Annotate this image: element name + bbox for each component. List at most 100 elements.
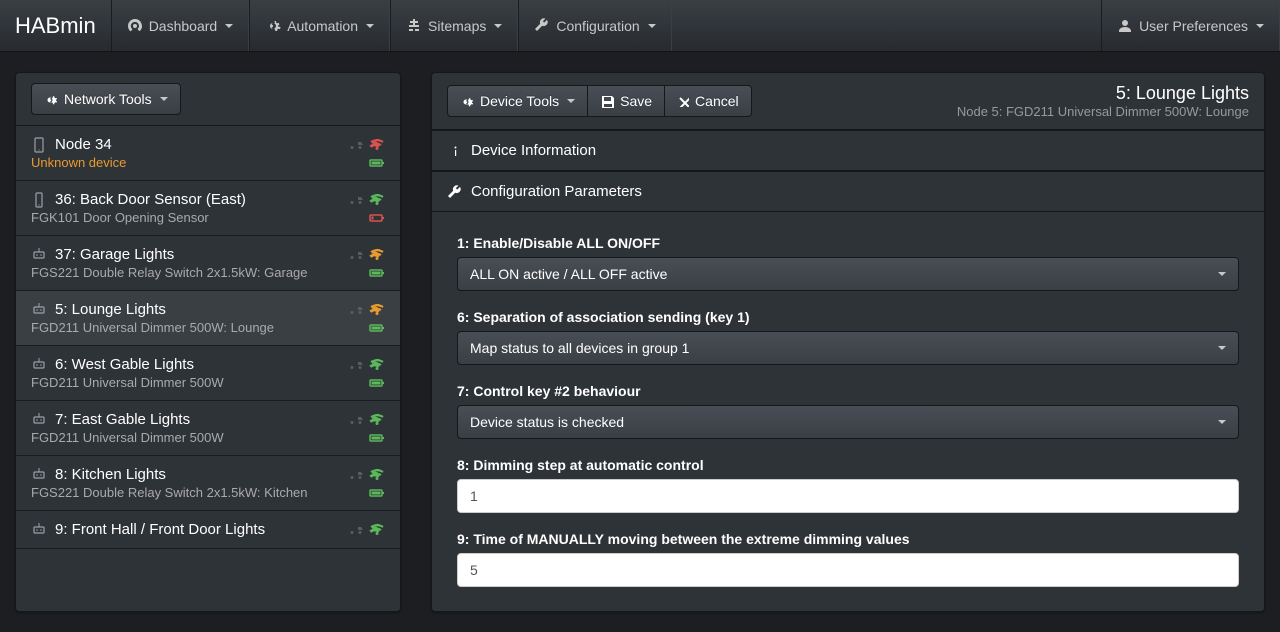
select-value: Device status is checked [470,414,624,430]
node-item[interactable]: Node 34 Unknown device [16,126,400,181]
node-description: FGS221 Double Relay Switch 2x1.5kW: Gara… [31,265,308,280]
caret-icon [494,24,502,28]
node-title: 36: Back Door Sensor (East) [55,191,246,208]
param-select[interactable]: Map status to all devices in group 1 [457,331,1239,365]
node-item[interactable]: 36: Back Door Sensor (East) FGK101 Door … [16,181,400,236]
device-type-icon [31,247,47,263]
truck-icon [349,246,365,260]
param-select[interactable]: ALL ON active / ALL OFF active [457,257,1239,291]
node-title: 9: Front Hall / Front Door Lights [55,521,265,538]
signal-icon [369,521,385,535]
node-title: 5: Lounge Lights [55,301,166,318]
param-label: 1: Enable/Disable ALL ON/OFF [457,235,1239,251]
signal-icon [369,466,385,480]
device-subtitle: Node 5: FGD211 Universal Dimmer 500W: Lo… [957,104,1249,119]
cancel-button[interactable]: Cancel [664,85,752,117]
signal-icon [369,356,385,370]
param-input[interactable] [457,553,1239,587]
caret-icon [567,99,575,103]
nodes-panel: Network Tools Node 34 Unknown device 36:… [15,72,401,612]
node-description: FGD211 Universal Dimmer 500W: Lounge [31,320,274,335]
gear-icon [460,94,474,108]
brand[interactable]: HABmin [15,0,111,51]
nav-configuration[interactable]: Configuration [518,0,671,51]
node-item[interactable]: 8: Kitchen Lights FGS221 Double Relay Sw… [16,456,400,511]
battery-icon [369,320,385,334]
signal-icon [369,136,385,150]
nav-sitemaps[interactable]: Sitemaps [390,0,518,51]
truck-icon [349,136,365,150]
caret-icon [225,24,233,28]
node-title: Node 34 [55,136,112,153]
save-icon [600,94,614,108]
device-type-icon [31,522,47,538]
device-panel: Device Tools Save Cancel 5: Lounge Light… [431,72,1265,612]
node-description: FGS221 Double Relay Switch 2x1.5kW: Kitc… [31,485,308,500]
nav-dashboard[interactable]: Dashboard [111,0,250,51]
sitemap-icon [406,18,422,34]
dashboard-icon [127,18,143,34]
battery-icon [369,485,385,499]
node-title: 7: East Gable Lights [55,411,190,428]
node-description: FGD211 Universal Dimmer 500W [31,430,224,445]
caret-icon [1218,420,1226,424]
caret-icon [160,97,168,101]
wrench-icon [534,18,550,34]
node-description: Unknown device [31,155,126,170]
truck-icon [349,521,365,535]
save-button[interactable]: Save [587,85,665,117]
close-icon [677,95,689,107]
signal-icon [369,191,385,205]
cogs-icon [265,18,281,34]
signal-icon [369,301,385,315]
battery-icon [369,430,385,444]
param-select[interactable]: Device status is checked [457,405,1239,439]
signal-icon [369,411,385,425]
truck-icon [349,301,365,315]
caret-icon [648,24,656,28]
node-item[interactable]: 5: Lounge Lights FGD211 Universal Dimmer… [16,291,400,346]
battery-icon [369,210,385,224]
param-label: 6: Separation of association sending (ke… [457,309,1239,325]
info-icon [447,144,461,158]
node-title: 6: West Gable Lights [55,356,194,373]
user-icon [1117,18,1133,34]
device-tools-button[interactable]: Device Tools [447,85,588,117]
network-tools-button[interactable]: Network Tools [31,83,181,115]
nav-user-preferences[interactable]: User Preferences [1101,0,1280,51]
navbar: HABmin Dashboard Automation Sitemaps Con… [0,0,1280,52]
param-label: 7: Control key #2 behaviour [457,383,1239,399]
device-type-icon [31,137,47,153]
device-title: 5: Lounge Lights [957,83,1249,104]
truck-icon [349,411,365,425]
node-item[interactable]: 6: West Gable Lights FGD211 Universal Di… [16,346,400,401]
device-type-icon [31,192,47,208]
caret-icon [366,24,374,28]
caret-icon [1256,24,1264,28]
battery-icon [369,375,385,389]
truck-icon [349,356,365,370]
signal-icon [369,246,385,260]
select-value: Map status to all devices in group 1 [470,340,689,356]
select-value: ALL ON active / ALL OFF active [470,266,667,282]
node-list[interactable]: Node 34 Unknown device 36: Back Door Sen… [16,126,400,549]
section-configuration-parameters[interactable]: Configuration Parameters [432,171,1264,212]
param-input[interactable] [457,479,1239,513]
node-title: 37: Garage Lights [55,246,174,263]
device-type-icon [31,467,47,483]
param-label: 9: Time of MANUALLY moving between the e… [457,531,1239,547]
section-device-information[interactable]: Device Information [432,130,1264,171]
node-title: 8: Kitchen Lights [55,466,166,483]
params-body: 1: Enable/Disable ALL ON/OFF ALL ON activ… [432,212,1264,592]
caret-icon [1218,272,1226,276]
nav-automation[interactable]: Automation [249,0,390,51]
node-item[interactable]: 7: East Gable Lights FGD211 Universal Di… [16,401,400,456]
battery-icon [369,265,385,279]
truck-icon [349,191,365,205]
param-label: 8: Dimming step at automatic control [457,457,1239,473]
gear-icon [44,92,58,106]
node-item[interactable]: 9: Front Hall / Front Door Lights [16,511,400,549]
battery-icon [369,155,385,169]
node-item[interactable]: 37: Garage Lights FGS221 Double Relay Sw… [16,236,400,291]
device-type-icon [31,412,47,428]
